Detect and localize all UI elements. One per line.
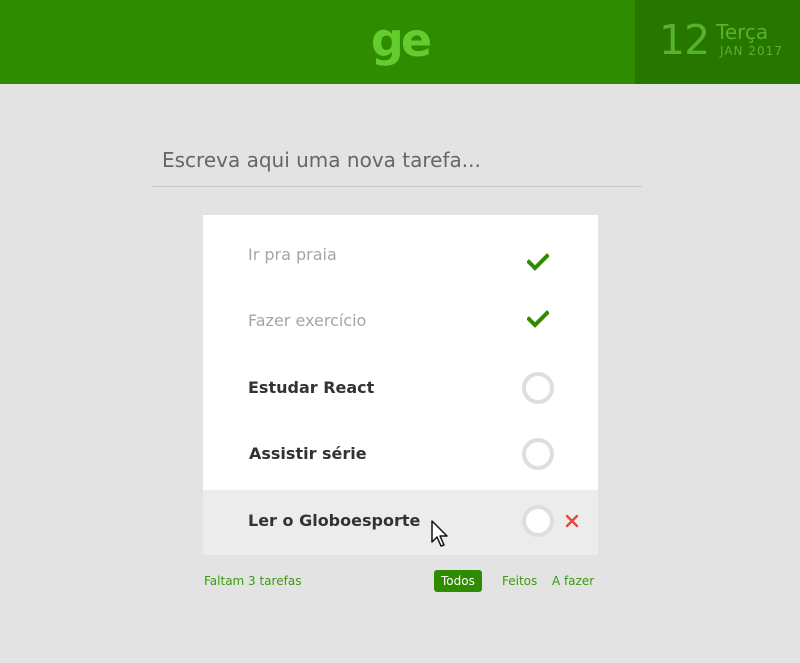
circle-toggle-icon[interactable]	[522, 505, 554, 537]
todo-item[interactable]: Estudar React	[203, 355, 598, 421]
check-icon[interactable]	[527, 253, 549, 271]
date-day: 12	[659, 16, 710, 64]
todo-list: Ir pra praia Fazer exercício Estudar Rea…	[203, 215, 598, 555]
todo-item[interactable]: Ir pra praia	[203, 222, 598, 288]
close-icon[interactable]	[564, 513, 580, 529]
todo-item[interactable]: Assistir série	[203, 421, 598, 487]
todo-item-text: Ir pra praia	[248, 245, 337, 264]
todo-item-text: Ler o Globoesporte	[248, 511, 421, 530]
header-bar: ge 12 Terça JAN 2017	[0, 0, 800, 84]
filter-todo[interactable]: A fazer	[552, 570, 594, 592]
new-task-input[interactable]	[152, 136, 642, 184]
todo-footer: Faltam 3 tarefas Todos Feitos A fazer	[203, 568, 598, 594]
filter-done[interactable]: Feitos	[502, 570, 537, 592]
ge-logo[interactable]: ge	[350, 10, 450, 70]
todo-item[interactable]: Ler o Globoesporte	[203, 490, 598, 555]
filter-all[interactable]: Todos	[434, 570, 482, 592]
new-task-field	[152, 136, 642, 187]
todo-item[interactable]: Fazer exercício	[203, 288, 598, 354]
todo-item-text: Estudar React	[248, 378, 375, 397]
date-month-year: JAN 2017	[720, 44, 783, 58]
todo-item-text: Fazer exercício	[248, 311, 367, 330]
check-icon[interactable]	[527, 310, 549, 328]
todo-item-text: Assistir série	[249, 444, 367, 463]
date-widget: 12 Terça JAN 2017	[635, 0, 800, 84]
remaining-count: Faltam 3 tarefas	[204, 574, 302, 588]
date-weekday: Terça	[716, 20, 769, 44]
mouse-pointer-icon	[431, 520, 448, 547]
circle-toggle-icon[interactable]	[522, 438, 554, 470]
circle-toggle-icon[interactable]	[522, 372, 554, 404]
